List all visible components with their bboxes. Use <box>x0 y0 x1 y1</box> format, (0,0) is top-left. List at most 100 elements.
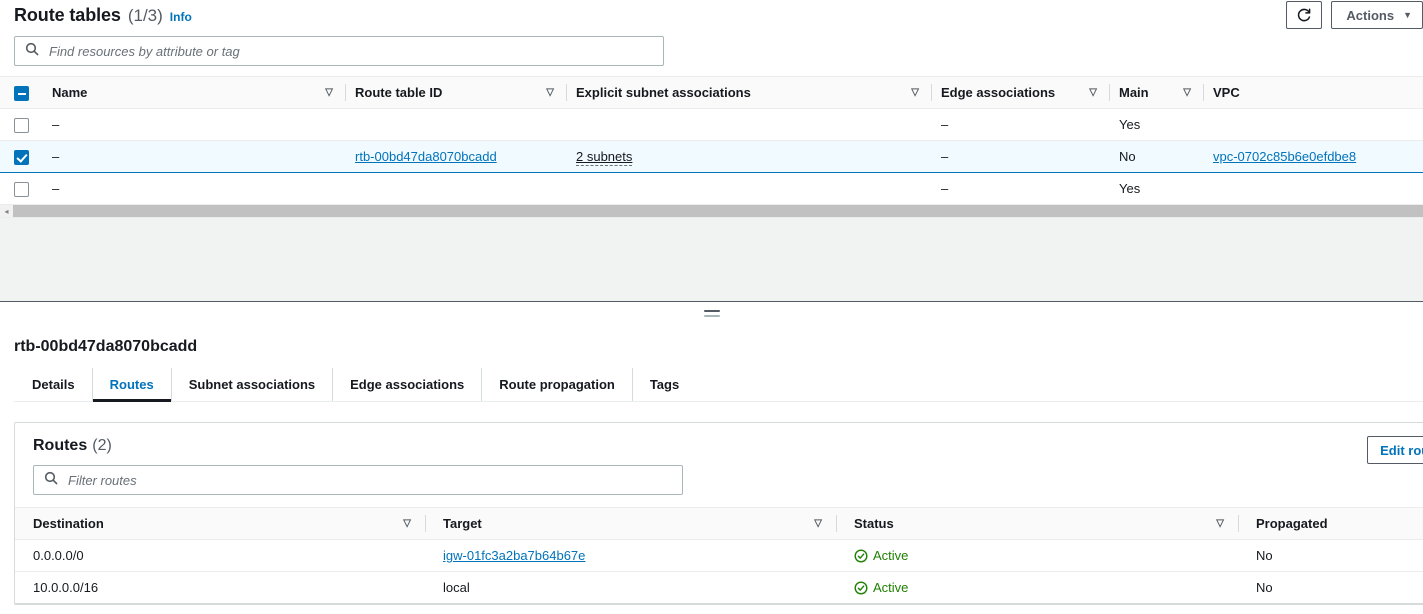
row-select-cell <box>0 172 42 205</box>
status-label: Active <box>873 580 909 595</box>
cell-route-table-id: rtb-00bd47da8070bcadd <box>345 140 566 173</box>
search-icon <box>44 471 58 490</box>
route-tables-header: Route tables (1/3) Info Actions ▼ <box>0 0 1423 30</box>
route-tables-page: Route tables (1/3) Info Actions ▼ Find r… <box>0 0 1423 614</box>
column-header-target[interactable]: Target ▽ <box>425 507 836 540</box>
tab-subnet-associations-label: Subnet associations <box>188 377 316 392</box>
subnet-associations-popover-link[interactable]: 2 subnets <box>576 149 633 166</box>
table-header-row: Name ▽ Route table ID ▽ Explicit subnet … <box>0 76 1423 109</box>
tab-tags[interactable]: Tags <box>633 368 696 401</box>
column-header-route-table-id[interactable]: Route table ID ▽ <box>345 76 566 109</box>
routes-table: Destination ▽ Target ▽ Status ▽ Propagat… <box>15 507 1423 604</box>
cell-target: local <box>425 571 836 604</box>
sort-icon[interactable]: ▽ <box>814 518 822 529</box>
search-container <box>0 30 1423 76</box>
sort-icon[interactable]: ▽ <box>1089 87 1097 98</box>
sort-icon[interactable]: ▽ <box>546 87 554 98</box>
detail-panel-title: rtb-00bd47da8070bcadd <box>14 338 198 355</box>
column-header-main[interactable]: Main ▽ <box>1109 76 1203 109</box>
route-table-id-link[interactable]: rtb-00bd47da8070bcadd <box>355 149 497 164</box>
column-header-destination-label: Destination <box>33 516 104 531</box>
edit-routes-button[interactable]: Edit routes <box>1367 436 1423 464</box>
cell-destination: 0.0.0.0/0 <box>15 539 425 572</box>
header-actions: Actions ▼ <box>1286 1 1423 29</box>
cell-edge-associations: – <box>931 108 1109 141</box>
tab-routes-label: Routes <box>109 377 154 392</box>
column-header-target-label: Target <box>443 516 482 531</box>
scrollbar-thumb[interactable] <box>13 205 1423 217</box>
detail-tabs: Details Routes Subnet associations Edge … <box>14 368 1423 402</box>
cell-target: igw-01fc3a2ba7b64b67e <box>425 539 836 572</box>
routes-count: (2) <box>92 437 112 454</box>
cell-destination: 10.0.0.0/16 <box>15 571 425 604</box>
column-header-name[interactable]: Name ▽ <box>42 76 345 109</box>
cell-name: – <box>42 140 345 173</box>
route-tables-section: Route tables (1/3) Info Actions ▼ Find r… <box>0 0 1423 302</box>
info-link[interactable]: Info <box>170 10 192 24</box>
column-header-name-label: Name <box>52 85 88 100</box>
target-link[interactable]: igw-01fc3a2ba7b64b67e <box>443 548 585 563</box>
cell-vpc <box>1203 172 1423 205</box>
cell-main: Yes <box>1109 172 1203 205</box>
tab-details[interactable]: Details <box>14 368 93 401</box>
split-panel-drag-handle[interactable] <box>703 310 720 317</box>
tab-edge-associations[interactable]: Edge associations <box>333 368 483 401</box>
column-header-propagated-label: Propagated <box>1256 516 1328 531</box>
routes-card: Routes (2) Edit routes <box>14 422 1423 605</box>
sort-icon[interactable]: ▽ <box>1183 87 1191 98</box>
table-row[interactable]: – rtb-00bd47da8070bcadd 2 subnets – No v… <box>0 140 1423 173</box>
cell-propagated: No <box>1238 539 1423 572</box>
search-icon <box>25 42 39 61</box>
status-badge: Active <box>854 580 1238 595</box>
cell-vpc <box>1203 108 1423 141</box>
table-row[interactable]: 10.0.0.0/16 local Active No <box>15 571 1423 604</box>
column-header-propagated[interactable]: Propagated <box>1238 507 1423 540</box>
cell-main: Yes <box>1109 108 1203 141</box>
cell-status: Active <box>836 571 1238 604</box>
cell-explicit-subnet-associations: 2 subnets <box>566 140 931 173</box>
tab-subnet-associations[interactable]: Subnet associations <box>172 368 334 401</box>
search-input[interactable] <box>47 37 663 65</box>
tab-edge-associations-label: Edge associations <box>350 377 465 392</box>
column-header-vpc[interactable]: VPC <box>1203 76 1423 109</box>
refresh-button[interactable] <box>1286 1 1323 29</box>
refresh-icon <box>1296 7 1312 23</box>
cell-route-table-id <box>345 108 566 141</box>
select-all-header <box>0 76 42 109</box>
split-panel-divider[interactable] <box>0 302 1423 328</box>
route-tables-table: Name ▽ Route table ID ▽ Explicit subnet … <box>0 76 1423 205</box>
column-header-vpc-label: VPC <box>1213 85 1240 100</box>
row-checkbox[interactable] <box>14 117 29 133</box>
detail-panel: rtb-00bd47da8070bcadd Details Routes Sub… <box>0 328 1423 605</box>
sort-icon[interactable]: ▽ <box>1216 518 1224 529</box>
column-header-route-table-id-label: Route table ID <box>355 85 443 100</box>
table-row[interactable]: – – Yes <box>0 172 1423 205</box>
table-row[interactable]: 0.0.0.0/0 igw-01fc3a2ba7b64b67e Active N… <box>15 539 1423 572</box>
cell-status: Active <box>836 539 1238 572</box>
column-header-explicit-subnet-associations[interactable]: Explicit subnet associations ▽ <box>566 76 931 109</box>
routes-filter-box[interactable] <box>33 465 683 495</box>
vpc-link[interactable]: vpc-0702c85b6e0efdbe8 <box>1213 149 1356 164</box>
column-header-status-label: Status <box>854 516 894 531</box>
tab-routes[interactable]: Routes <box>92 368 172 402</box>
horizontal-scrollbar[interactable]: ◂ <box>0 205 1423 218</box>
status-success-icon <box>854 580 868 595</box>
sort-icon[interactable]: ▽ <box>403 518 411 529</box>
column-header-edge-associations[interactable]: Edge associations ▽ <box>931 76 1109 109</box>
scroll-left-arrow-icon[interactable]: ◂ <box>0 205 13 218</box>
select-all-checkbox[interactable] <box>14 85 29 101</box>
table-row[interactable]: – – Yes <box>0 108 1423 141</box>
column-header-status[interactable]: Status ▽ <box>836 507 1238 540</box>
routes-filter-input[interactable] <box>66 466 682 494</box>
chevron-down-icon: ▼ <box>1403 10 1412 20</box>
sort-icon[interactable]: ▽ <box>911 87 919 98</box>
tab-tags-label: Tags <box>649 377 680 392</box>
sort-icon[interactable]: ▽ <box>325 87 333 98</box>
tab-route-propagation[interactable]: Route propagation <box>482 368 633 401</box>
actions-button[interactable]: Actions ▼ <box>1331 1 1423 29</box>
row-checkbox[interactable] <box>14 181 29 197</box>
column-header-destination[interactable]: Destination ▽ <box>15 507 425 540</box>
search-box[interactable] <box>14 36 664 66</box>
row-checkbox[interactable] <box>14 149 29 165</box>
cell-explicit-subnet-associations <box>566 108 931 141</box>
